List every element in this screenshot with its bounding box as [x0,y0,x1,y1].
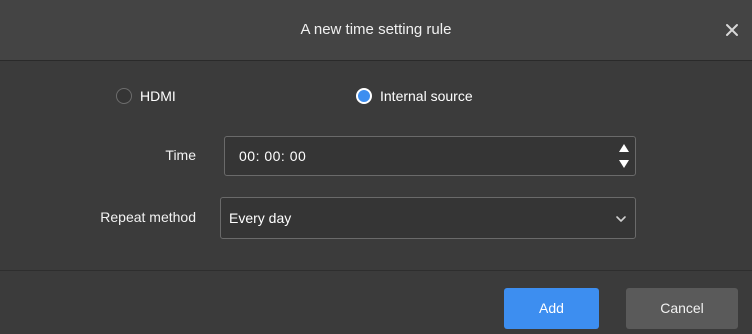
radio-internal-source-circle[interactable] [356,88,372,104]
radio-internal-source-label: Internal source [380,88,473,104]
time-value[interactable]: 00: 00: 00 [239,137,306,175]
cancel-button[interactable]: Cancel [626,288,738,329]
radio-hdmi-circle[interactable] [116,88,132,104]
chevron-down-icon[interactable] [615,212,627,224]
radio-hdmi-label: HDMI [140,88,176,104]
repeat-method-value: Every day [229,210,292,226]
radio-hdmi[interactable]: HDMI [116,86,176,106]
triangle-up-icon[interactable] [617,141,631,155]
add-button[interactable]: Add [504,288,599,329]
time-rule-dialog: A new time setting rule HDMI Internal so… [0,0,752,334]
repeat-method-select[interactable]: Every day [220,197,636,239]
time-stepper[interactable] [617,140,631,172]
radio-internal-source[interactable]: Internal source [356,86,473,106]
dialog-title: A new time setting rule [300,21,452,38]
triangle-down-icon[interactable] [617,157,631,171]
footer-divider [0,270,752,271]
repeat-method-label: Repeat method [100,209,196,225]
dialog-titlebar: A new time setting rule [0,0,752,61]
close-icon[interactable] [724,22,740,38]
time-label: Time [165,147,196,163]
time-input[interactable]: 00: 00: 00 [224,136,636,176]
